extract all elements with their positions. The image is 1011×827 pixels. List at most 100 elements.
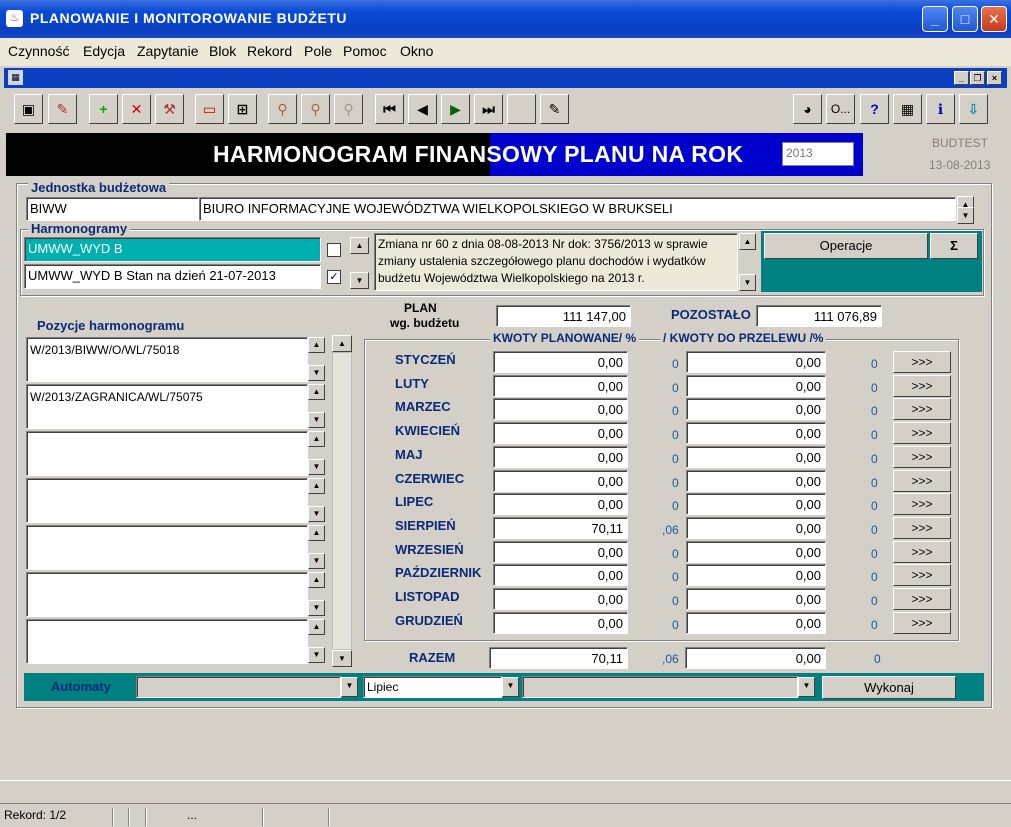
remaining-value-field[interactable]: 111 076,89 [756,305,882,327]
planned-amount-field[interactable]: 0,00 [493,588,628,610]
execute-button[interactable]: Wykonaj [822,676,956,699]
maximize-button[interactable]: □ [952,6,978,32]
transfer-button[interactable]: >>> [893,375,951,397]
position-scroll-up-icon[interactable]: ▲ [308,337,325,353]
minimize-button[interactable]: _ [922,6,948,32]
planned-amount-field[interactable]: 0,00 [493,351,628,373]
info-icon[interactable]: ℹ [926,94,955,124]
schedule-item[interactable]: UMWW_WYD B [24,237,321,262]
chevron-down-icon[interactable]: ▼ [341,677,358,697]
schedule-checkbox[interactable] [327,243,341,257]
planned-amount-field[interactable]: 0,00 [493,541,628,563]
total-transfer-field[interactable]: 0,00 [685,647,826,669]
transfer-amount-field[interactable]: 0,00 [686,398,826,420]
menu-blok[interactable]: Blok [209,43,236,59]
duplicate-icon[interactable]: ⊞ [228,94,257,124]
transfer-button[interactable]: >>> [893,588,951,610]
first-record-icon[interactable]: ⏮ [375,94,404,124]
transfer-button[interactable]: >>> [893,422,951,444]
sum-button[interactable]: Σ [930,233,978,259]
position-scroll-up-icon[interactable]: ▲ [308,572,325,588]
menu-zapytanie[interactable]: Zapytanie [137,43,198,59]
planned-amount-field[interactable]: 0,00 [493,493,628,515]
query-enter-icon[interactable]: ⚲ [268,94,297,124]
menu-rekord[interactable]: Rekord [247,43,292,59]
automaty-select-3[interactable] [522,676,798,698]
position-scroll-up-icon[interactable]: ▲ [308,431,325,447]
delete-record-icon[interactable]: ✕ [122,94,151,124]
planned-amount-field[interactable]: 0,00 [493,446,628,468]
transfer-button[interactable]: >>> [893,470,951,492]
chevron-down-icon[interactable]: ▼ [798,677,815,697]
position-scroll-down-icon[interactable]: ▼ [308,459,325,475]
position-item[interactable] [26,572,308,617]
schedule-item[interactable]: UMWW_WYD B Stan na dzień 21-07-2013 [24,264,321,289]
operations-button[interactable]: Operacje [764,233,928,259]
transfer-amount-field[interactable]: 0,00 [686,564,826,586]
position-scroll-down-icon[interactable]: ▼ [308,365,325,381]
transfer-button[interactable]: >>> [893,612,951,634]
mdi-restore-button[interactable]: ❐ [970,71,985,85]
position-scroll-up-icon[interactable]: ▲ [308,525,325,541]
automaty-select-1[interactable] [136,676,341,698]
menu-okno[interactable]: Okno [400,43,433,59]
schedules-scroll-down-icon[interactable]: ▼ [350,272,369,289]
last-record-icon[interactable]: ⏭ [474,94,503,124]
close-button[interactable]: ✕ [981,6,1007,32]
transfer-button[interactable]: >>> [893,446,951,468]
description-scroll-down-icon[interactable]: ▼ [739,274,756,291]
transfer-amount-field[interactable]: 0,00 [686,375,826,397]
transfer-amount-field[interactable]: 0,00 [686,612,826,634]
position-scroll-up-icon[interactable]: ▲ [308,478,325,494]
blank-tool[interactable] [507,94,536,124]
transfer-button[interactable]: >>> [893,351,951,373]
total-planned-field[interactable]: 70,11 [489,647,628,669]
position-scroll-down-icon[interactable]: ▼ [308,647,325,663]
query-execute-icon[interactable]: ⚲ [301,94,330,124]
menu-pomoc[interactable]: Pomoc [343,43,387,59]
description-scroll-up-icon[interactable]: ▲ [739,233,756,250]
position-item[interactable]: W/2013/ZAGRANICA/WL/75075 [26,384,308,429]
positions-scroll-up-icon[interactable]: ▲ [332,335,352,352]
position-scroll-down-icon[interactable]: ▼ [308,506,325,522]
transfer-button[interactable]: >>> [893,493,951,515]
position-scroll-down-icon[interactable]: ▼ [308,553,325,569]
planned-amount-field[interactable]: 0,00 [493,470,628,492]
planned-amount-field[interactable]: 0,00 [493,398,628,420]
positions-scrollbar-track[interactable] [332,352,352,650]
transfer-amount-field[interactable]: 0,00 [686,470,826,492]
transfer-amount-field[interactable]: 0,00 [686,541,826,563]
position-item[interactable]: W/2013/BIWW/O/WL/75018 [26,337,308,382]
position-item[interactable] [26,525,308,570]
transfer-amount-field[interactable]: 0,00 [686,446,826,468]
position-scroll-up-icon[interactable]: ▲ [308,619,325,635]
transfer-amount-field[interactable]: 0,00 [686,422,826,444]
clear-icon[interactable]: ⚒ [155,94,184,124]
plan-value-field[interactable]: 111 147,00 [496,305,631,327]
unit-code-field[interactable]: BIWW [26,197,199,221]
position-scroll-down-icon[interactable]: ▼ [308,412,325,428]
month-select[interactable]: Lipiec [363,676,502,698]
mdi-close-button[interactable]: × [987,71,1002,85]
position-scroll-down-icon[interactable]: ▼ [308,600,325,616]
position-item[interactable] [26,478,308,523]
position-scroll-up-icon[interactable]: ▲ [308,384,325,400]
transfer-amount-field[interactable]: 0,00 [686,588,826,610]
next-record-icon[interactable]: ▶ [441,94,470,124]
transfer-amount-field[interactable]: 0,00 [686,517,826,539]
position-item[interactable] [26,619,308,664]
add-record-icon[interactable]: + [89,94,118,124]
unit-name-field[interactable]: BIURO INFORMACYJNE WOJEWÓDZTWA WIELKOPOL… [199,197,956,221]
menu-edycja[interactable]: Edycja [83,43,125,59]
schedule-checkbox[interactable]: ✓ [327,270,341,284]
planned-amount-field[interactable]: 0,00 [493,375,628,397]
unit-scroll-down-icon[interactable]: ▼ [957,207,974,224]
calculator-icon[interactable]: ▦ [893,94,922,124]
positions-scroll-down-icon[interactable]: ▼ [332,650,352,667]
chevron-down-icon[interactable]: ▼ [502,677,519,697]
transfer-button[interactable]: >>> [893,564,951,586]
transfer-button[interactable]: >>> [893,517,951,539]
transfer-amount-field[interactable]: 0,00 [686,493,826,515]
save-icon[interactable]: ▣ [14,94,43,124]
mdi-minimize-button[interactable]: _ [954,71,969,85]
